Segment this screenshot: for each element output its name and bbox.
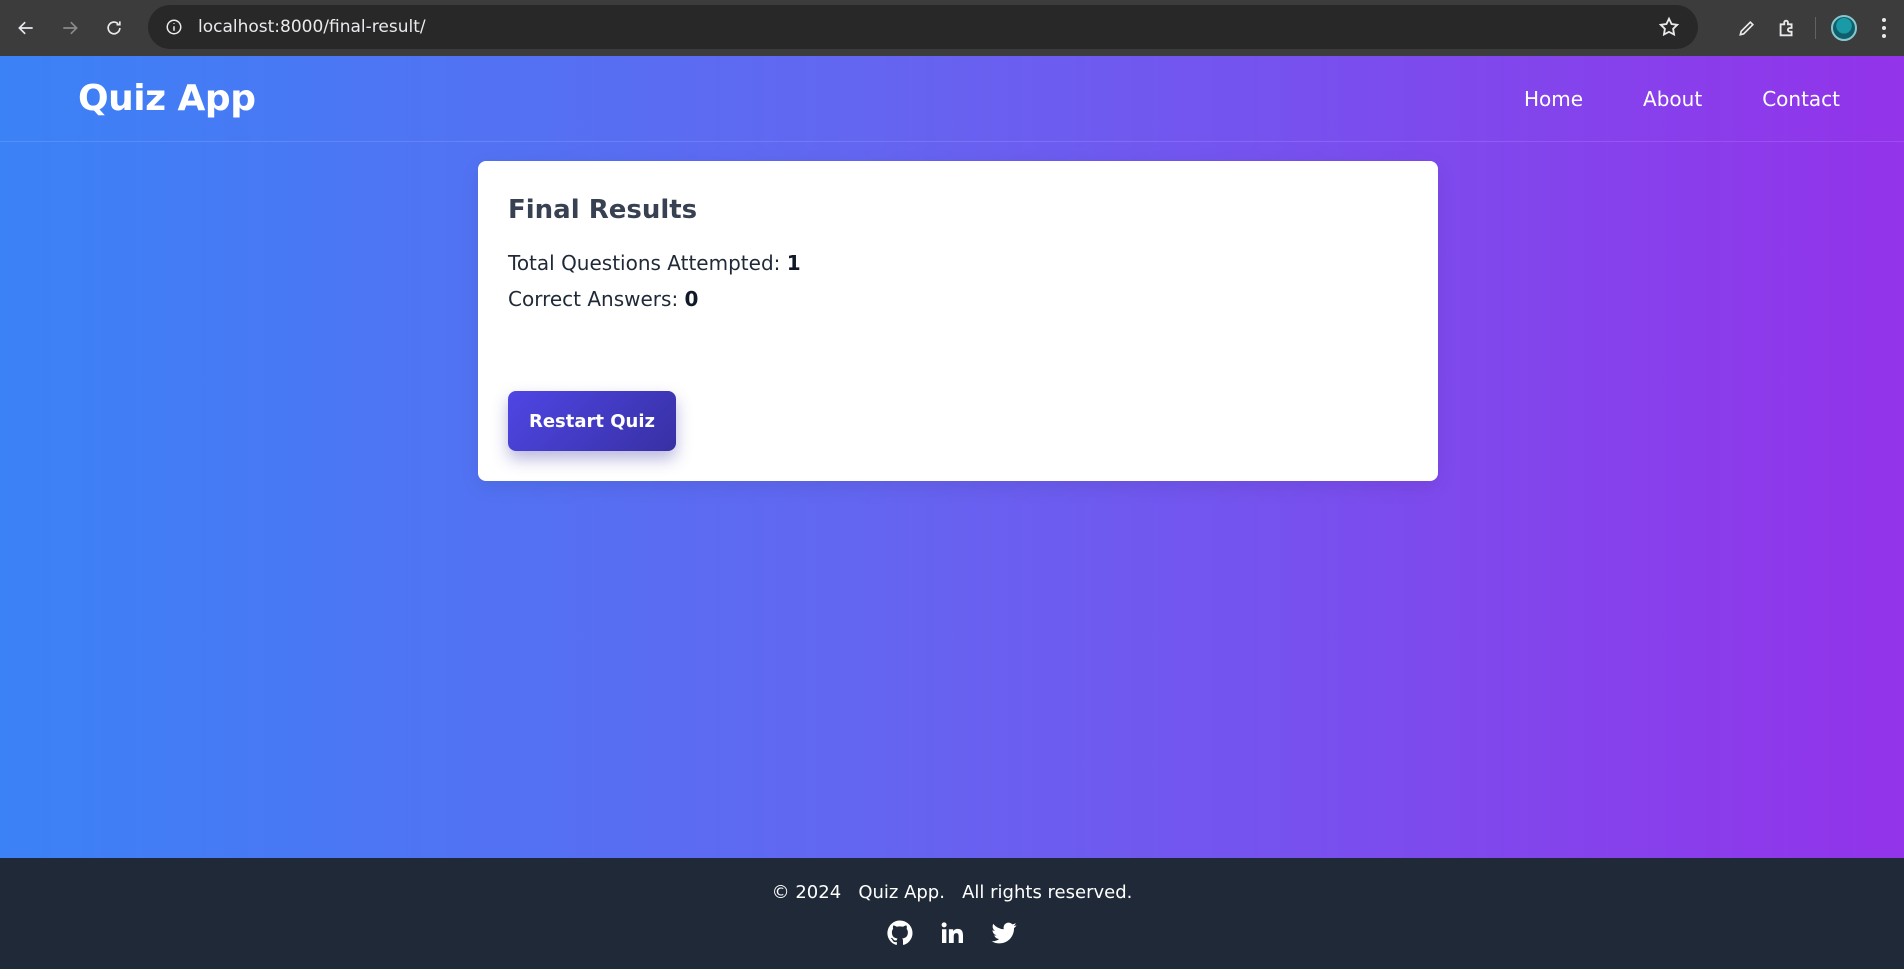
twitter-icon[interactable]: [988, 917, 1020, 949]
bookmark-star-icon[interactable]: [1658, 16, 1680, 42]
pen-icon[interactable]: [1727, 8, 1767, 48]
more-menu-icon[interactable]: [1864, 8, 1904, 48]
reload-icon[interactable]: [96, 10, 132, 46]
page-viewport: Quiz App Home About Contact Final Result…: [0, 56, 1904, 969]
site-info-icon[interactable]: [154, 18, 194, 36]
forward-arrow-icon[interactable]: [52, 10, 88, 46]
restart-quiz-button[interactable]: Restart Quiz: [508, 391, 676, 451]
results-card: Final Results Total Questions Attempted:…: [478, 161, 1438, 481]
site-footer: © 2024 Quiz App. All rights reserved.: [0, 858, 1904, 969]
address-url[interactable]: localhost:8000/final-result/: [198, 17, 426, 37]
address-bar[interactable]: localhost:8000/final-result/: [148, 5, 1698, 49]
browser-actions: [1727, 0, 1904, 56]
copyright-text: © 2024 Quiz App. All rights reserved.: [771, 882, 1133, 903]
results-title: Final Results: [508, 195, 698, 225]
main-nav: Home About Contact: [1464, 87, 1840, 111]
social-links: [0, 917, 1904, 949]
attempted-label: Total Questions Attempted:: [508, 251, 787, 275]
brand-logo[interactable]: Quiz App: [78, 78, 256, 119]
attempted-value: 1: [786, 251, 801, 275]
attempted-stat: Total Questions Attempted: 1: [508, 251, 1408, 275]
nav-link-contact[interactable]: Contact: [1762, 87, 1840, 111]
back-arrow-icon[interactable]: [8, 10, 44, 46]
github-icon[interactable]: [884, 917, 916, 949]
avatar: [1831, 15, 1857, 41]
toolbar-divider: [1815, 17, 1816, 39]
nav-link-about[interactable]: About: [1643, 87, 1702, 111]
nav-link-home[interactable]: Home: [1524, 87, 1583, 111]
site-header: Quiz App Home About Contact: [0, 56, 1904, 142]
correct-stat: Correct Answers: 0: [508, 287, 1408, 311]
linkedin-icon[interactable]: [936, 917, 968, 949]
browser-toolbar: localhost:8000/final-result/: [0, 0, 1904, 56]
extensions-puzzle-icon[interactable]: [1767, 8, 1807, 48]
correct-value: 0: [684, 287, 699, 311]
correct-label: Correct Answers:: [508, 287, 685, 311]
profile-avatar[interactable]: [1824, 8, 1864, 48]
